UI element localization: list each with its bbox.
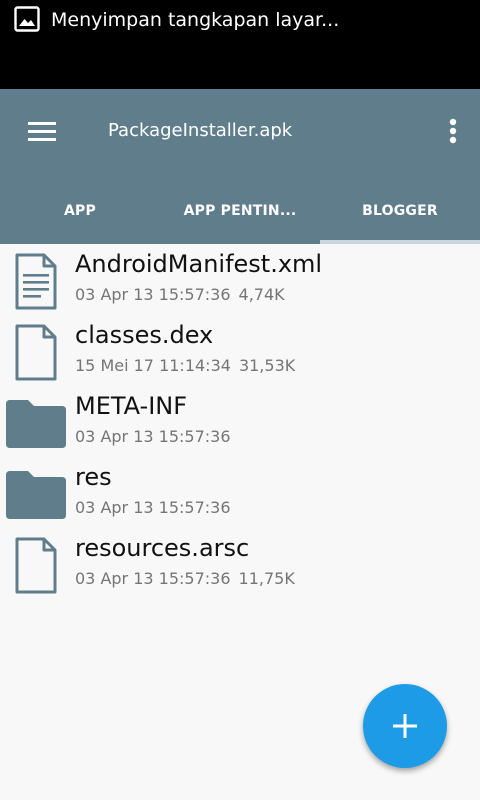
menu-button[interactable]: [14, 111, 70, 151]
file-size: 4,74K: [238, 285, 285, 304]
tab-app[interactable]: APP: [0, 178, 160, 244]
toolbar-title: PackageInstaller.apk: [108, 120, 293, 141]
image-icon: [14, 6, 40, 32]
hamburger-menu-icon: [28, 122, 56, 141]
file-date: 03 Apr 13 15:57:36: [75, 498, 231, 517]
file-date: 03 Apr 13 15:57:36: [75, 569, 231, 588]
file-name: META-INF: [75, 392, 188, 420]
text-file-icon: [15, 253, 57, 310]
file-meta: 03 Apr 13 15:57:36: [75, 497, 231, 519]
file-meta: 03 Apr 13 15:57:36 4,74K: [75, 284, 285, 306]
file-icon: [15, 324, 57, 381]
list-item[interactable]: AndroidManifest.xml 03 Apr 13 15:57:36 4,…: [0, 244, 480, 315]
file-meta: 03 Apr 13 15:57:36: [75, 426, 231, 448]
add-fab-button[interactable]: [363, 684, 447, 768]
file-name: AndroidManifest.xml: [75, 250, 323, 278]
file-meta: 03 Apr 13 15:57:36 11,75K: [75, 568, 295, 590]
file-icon: [15, 537, 57, 594]
file-name: classes.dex: [75, 321, 214, 349]
list-item[interactable]: resources.arsc 03 Apr 13 15:57:36 11,75K: [0, 528, 480, 599]
tab-app-penting[interactable]: APP PENTIN...: [160, 178, 320, 244]
file-name: resources.arsc: [75, 534, 250, 562]
more-vert-icon: [449, 118, 457, 144]
file-name: res: [75, 463, 112, 491]
more-options-button[interactable]: [440, 111, 468, 151]
file-size: 11,75K: [238, 569, 295, 588]
list-item[interactable]: META-INF 03 Apr 13 15:57:36: [0, 386, 480, 457]
file-date: 03 Apr 13 15:57:36: [75, 285, 231, 304]
plus-icon: [393, 714, 417, 738]
folder-icon: [6, 400, 66, 448]
file-date: 15 Mei 17 11:14:34: [75, 356, 231, 375]
list-item[interactable]: res 03 Apr 13 15:57:36: [0, 457, 480, 528]
file-date: 03 Apr 13 15:57:36: [75, 427, 231, 446]
folder-icon: [6, 471, 66, 519]
status-bar: Menyimpan tangkapan layar...: [0, 0, 480, 89]
tab-bar: APP APP PENTIN... BLOGGER: [0, 178, 480, 244]
tab-blogger[interactable]: BLOGGER: [320, 178, 480, 244]
list-item[interactable]: classes.dex 15 Mei 17 11:14:34 31,53K: [0, 315, 480, 386]
app-bar: PackageInstaller.apk APP APP PENTIN... B…: [0, 89, 480, 244]
file-size: 31,53K: [238, 356, 296, 375]
file-meta: 15 Mei 17 11:14:34 31,53K: [75, 355, 295, 377]
notification-text: Menyimpan tangkapan layar...: [51, 9, 340, 31]
